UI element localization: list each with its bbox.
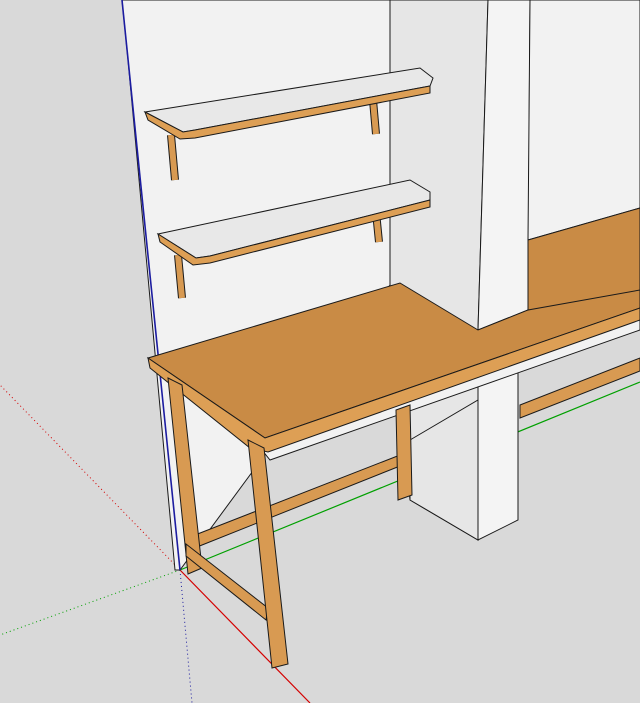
red-axis-dotted — [0, 384, 181, 571]
green-axis-dotted — [0, 569, 181, 636]
scene-canvas[interactable] — [0, 0, 640, 703]
front-right-leg — [247, 439, 289, 669]
right-wall — [527, 0, 640, 241]
back-right-leg — [395, 404, 413, 501]
3d-model-viewport[interactable] — [0, 0, 640, 703]
side-stretcher — [185, 542, 269, 621]
right-stretcher — [519, 357, 640, 419]
blue-axis-dotted — [179, 569, 193, 703]
